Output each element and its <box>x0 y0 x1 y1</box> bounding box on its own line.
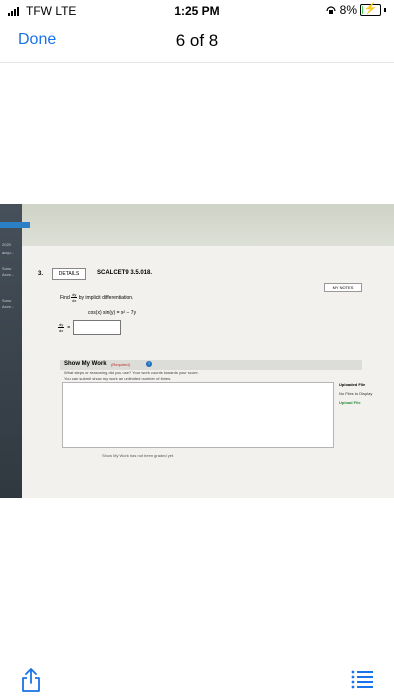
equation: cos(x) sin(y) = x² − 7y <box>88 310 137 316</box>
question-id: SCALCET9 3.5.018. <box>97 270 153 276</box>
nav-bar: Done 6 of 8 <box>0 22 394 58</box>
photo-blue-strip <box>0 222 30 228</box>
sidebar-text: Sunu <box>2 266 12 271</box>
status-bar: TFW LTE 1:25 PM 8% ⚡ <box>0 0 394 22</box>
find-text: Find <box>60 294 70 301</box>
status-right: 8% ⚡ <box>325 3 386 17</box>
sidebar-text: 2020 <box>2 242 11 247</box>
photo-image: 2020 acqu... Sunu Acce... Sunu Acce... 3… <box>0 204 394 498</box>
fraction-denominator: dx <box>59 328 64 333</box>
orientation-lock-icon <box>326 6 336 14</box>
sidebar-text: Acce... <box>2 272 15 277</box>
battery-percent: 8% <box>339 3 357 17</box>
work-instruction-2: You can submit show my work an unlimited… <box>64 376 172 381</box>
photo-left-sidebar: 2020 acqu... Sunu Acce... Sunu Acce... <box>0 204 22 498</box>
find-instruction: Find dy dx by implicit differentiation. <box>60 292 133 303</box>
answer-fraction: dy dx <box>58 322 65 333</box>
sidebar-text: acqu... <box>2 250 15 255</box>
sidebar-text: Acce... <box>2 304 15 309</box>
fraction-denominator: dx <box>72 298 77 303</box>
details-button: DETAILS <box>52 268 86 280</box>
share-icon[interactable] <box>20 667 42 693</box>
upload-file-link: Upload File <box>339 400 361 405</box>
answer-row: dy dx = <box>58 320 122 335</box>
my-notes-button: MY NOTES <box>324 283 362 292</box>
show-work-label: Show My Work <box>64 361 107 367</box>
answer-equals: = <box>67 324 71 331</box>
find-suffix: by implicit differentiation. <box>78 294 134 301</box>
no-files-label: No Files to Display <box>339 391 373 396</box>
page-title: 6 of 8 <box>175 31 219 50</box>
list-icon[interactable] <box>351 669 373 689</box>
work-instruction: What steps or reasoning did you use? You… <box>64 370 199 375</box>
uploaded-files-label: Uploaded File <box>339 382 366 387</box>
battery-icon: ⚡ <box>360 3 381 16</box>
work-textarea <box>62 382 334 448</box>
derivative-fraction: dy dx <box>71 292 78 303</box>
answer-input-box <box>73 320 122 335</box>
photo-top-band <box>22 204 394 246</box>
question-number: 3. <box>38 271 44 277</box>
required-label: (Required) <box>111 362 130 367</box>
help-icon: ? <box>146 361 152 367</box>
not-graded-text: Show My Work has not been graded yet. <box>102 453 175 458</box>
nav-divider <box>0 62 394 63</box>
sidebar-text: Sunu <box>2 298 12 303</box>
charging-bolt-icon: ⚡ <box>363 3 378 15</box>
